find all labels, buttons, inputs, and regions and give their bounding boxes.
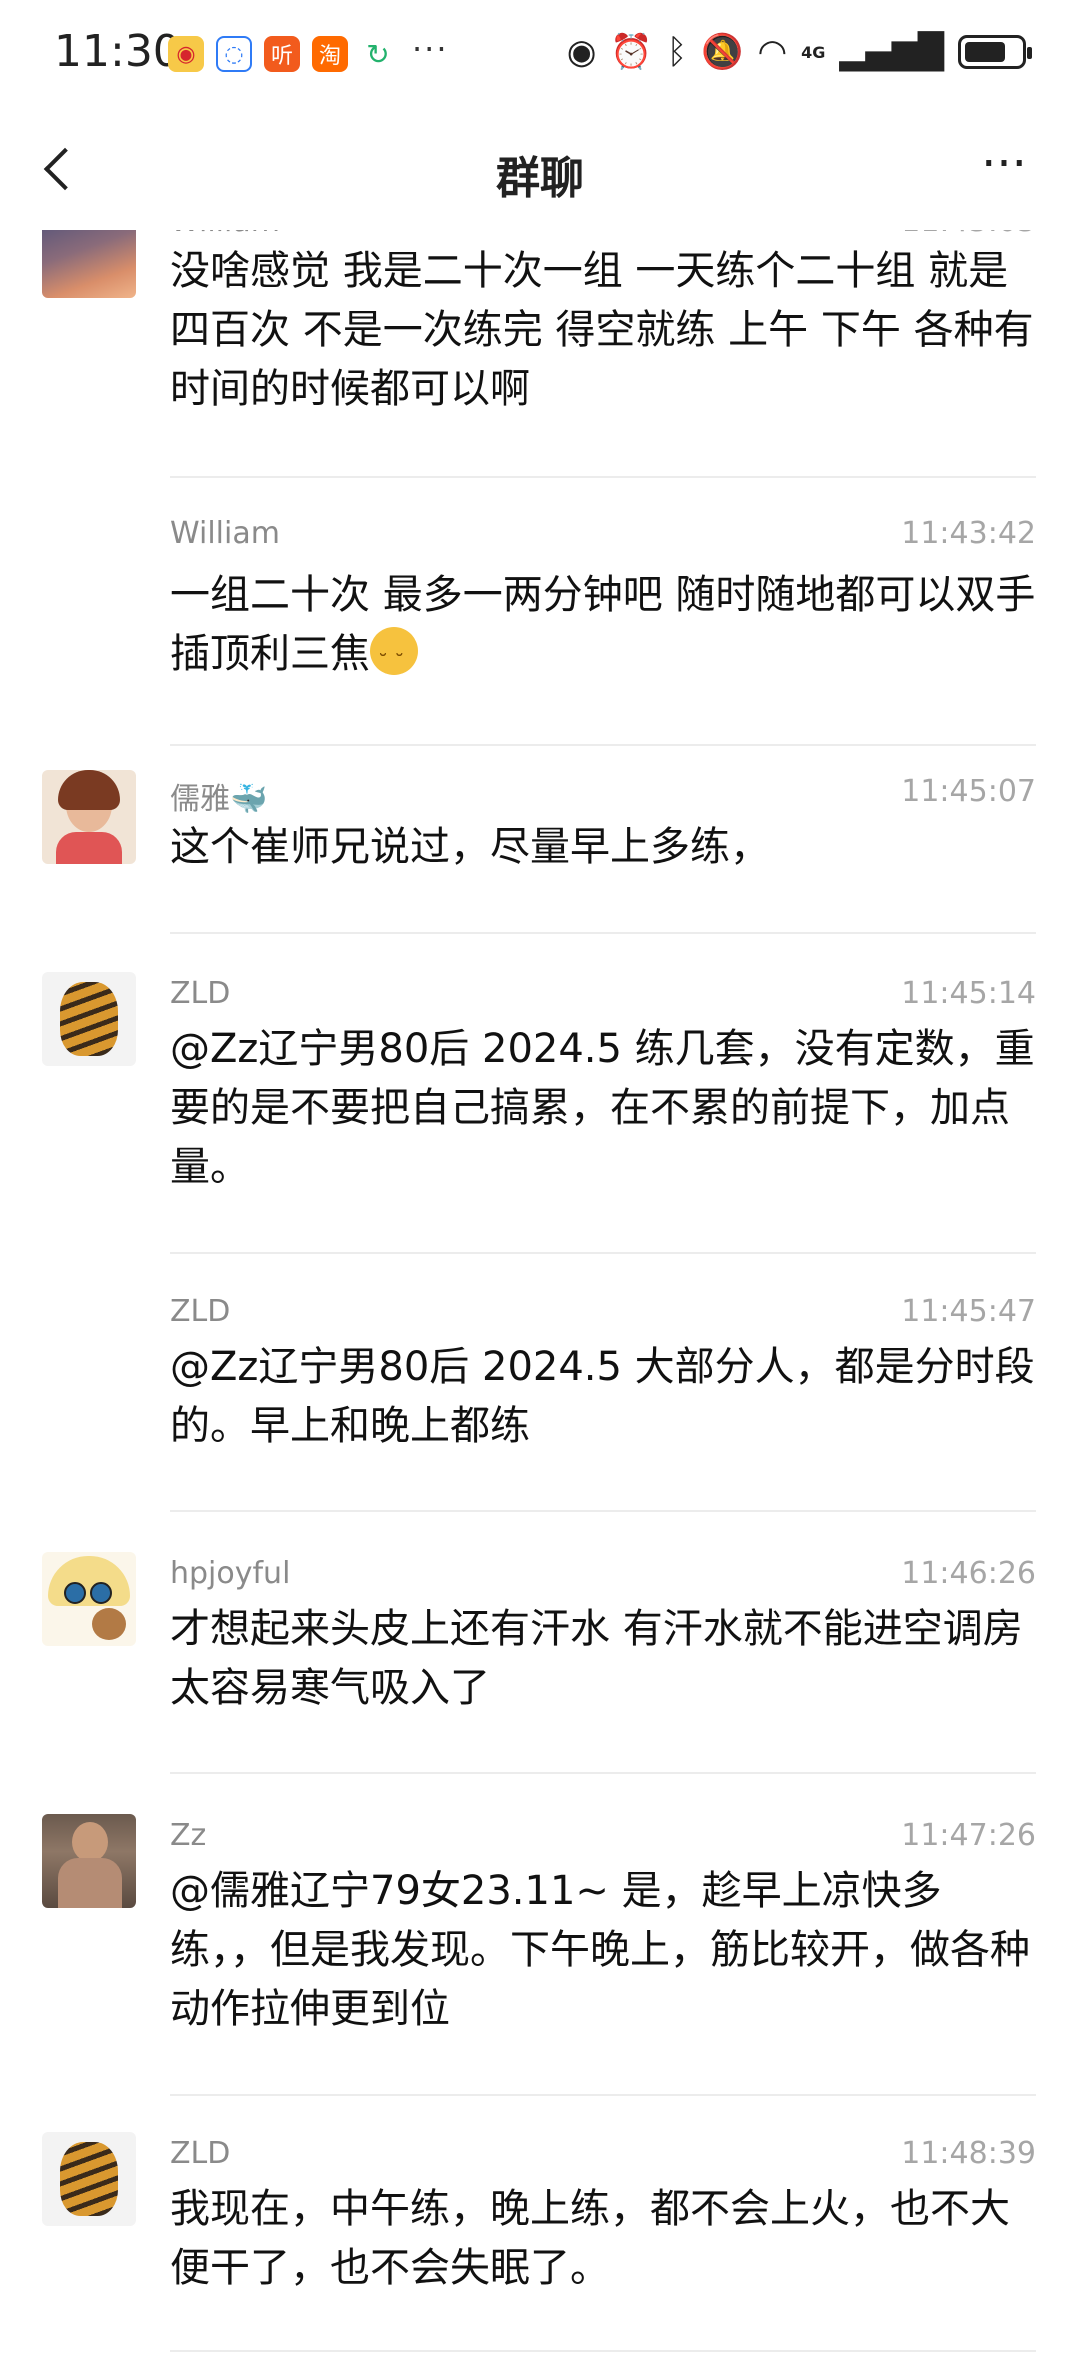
wifi-icon: ◠ bbox=[757, 32, 788, 72]
eye-icon: ◉ bbox=[566, 32, 597, 72]
message-text: @儒雅辽宁79女23.11~ 是，趁早上凉快多练，，但是我发现。下午晚上，筋比较… bbox=[170, 1868, 1030, 2032]
weibo-icon: ◉ bbox=[168, 36, 204, 72]
message-text: 我现在，中午练，晚上练，都不会上火，也不大便干了，也不会失眠了。 bbox=[170, 2186, 1010, 2291]
more-notifications-icon: ··· bbox=[412, 30, 449, 68]
avatar[interactable] bbox=[42, 230, 136, 298]
message-time: 11:43:03 bbox=[901, 230, 1036, 239]
divider bbox=[170, 476, 1036, 478]
avatar[interactable] bbox=[42, 1814, 136, 1908]
message-text: 这个崔师兄说过，尽量早上多练， bbox=[170, 824, 770, 870]
sender-name: 儒雅🐳 bbox=[170, 782, 268, 817]
page-title: 群聊 bbox=[496, 153, 584, 204]
avatar-body bbox=[58, 1858, 122, 1908]
message-time: 11:45:07 bbox=[901, 774, 1036, 809]
avatar[interactable] bbox=[42, 1552, 136, 1646]
message-text: 没啥感觉 我是二十次一组 一天练个二十组 就是四百次 不是一次练完 得空就练 上… bbox=[170, 248, 1034, 412]
cartoon-bear bbox=[92, 1608, 126, 1640]
message-text: 才想起来头皮上还有汗水 有汗水就不能进空调房 太容易寒气吸入了 bbox=[170, 1606, 1023, 1711]
refresh-icon: ↻ bbox=[360, 36, 396, 72]
network-type-label: 4G bbox=[801, 42, 826, 62]
divider bbox=[170, 1772, 1036, 1774]
avatar[interactable] bbox=[42, 2132, 136, 2226]
signal-icon: ▂▄▆█ bbox=[839, 32, 944, 72]
status-indicators: ◉ ⏰ ᛒ 🔕 ◠ 4G ▂▄▆█ bbox=[566, 32, 1032, 72]
sender-name: ZLD bbox=[170, 1294, 231, 1329]
message-text: @Zz辽宁男80后 2024.5 大部分人，都是分时段的。早上和晚上都练 bbox=[170, 1344, 1035, 1449]
status-bar: 11:30 ◉ ◌ 听 淘 ↻ ··· ◉ ⏰ ᛒ 🔕 ◠ 4G ▂▄▆█ bbox=[0, 0, 1080, 105]
divider bbox=[170, 744, 1036, 746]
cartoon-hair bbox=[48, 1556, 130, 1606]
divider bbox=[170, 1252, 1036, 1254]
sender-name: William bbox=[170, 230, 280, 239]
avatar-shirt bbox=[56, 832, 122, 864]
sender-name: Zz bbox=[170, 1818, 207, 1853]
message-text-content: 一组二十次 最多一两分钟吧 随时随地都可以双手插顶利三焦 bbox=[170, 572, 1036, 677]
status-time: 11:30 bbox=[54, 26, 181, 77]
divider bbox=[170, 2094, 1036, 2096]
divider bbox=[170, 2350, 1036, 2352]
whale-emoji-icon: 🐳 bbox=[230, 782, 268, 817]
message-time: 11:47:26 bbox=[901, 1818, 1036, 1853]
bluetooth-icon: ᛒ bbox=[666, 32, 688, 72]
message-text: @Zz辽宁男80后 2024.5 练几套，没有定数，重要的是不要把自己搞累，在不… bbox=[170, 1026, 1035, 1190]
message-time: 11:48:39 bbox=[901, 2136, 1036, 2171]
avatar-hair bbox=[58, 770, 120, 810]
cartoon-eye-right bbox=[90, 1582, 112, 1604]
avatar[interactable] bbox=[42, 972, 136, 1066]
nav-bar: 群聊 ··· bbox=[0, 110, 1080, 230]
avatar-head bbox=[72, 1822, 108, 1862]
avatar[interactable] bbox=[42, 770, 136, 864]
battery-icon bbox=[958, 35, 1032, 69]
ting-app-icon: 听 bbox=[264, 36, 300, 72]
mute-icon: 🔕 bbox=[701, 32, 744, 72]
chat-bubble-icon: ◌ bbox=[216, 36, 252, 72]
message-text: 一组二十次 最多一两分钟吧 随时随地都可以双手插顶利三焦 bbox=[170, 566, 1036, 692]
alarm-icon: ⏰ bbox=[610, 32, 653, 72]
more-options-button[interactable]: ··· bbox=[964, 140, 1044, 200]
taobao-icon: 淘 bbox=[312, 36, 348, 72]
sender-name: ZLD bbox=[170, 976, 231, 1011]
tiger-body bbox=[60, 982, 118, 1056]
sender-name: ZLD bbox=[170, 2136, 231, 2171]
emoji-icon bbox=[370, 627, 418, 692]
divider bbox=[170, 932, 1036, 934]
sender-name: hpjoyful bbox=[170, 1556, 291, 1591]
message-time: 11:45:47 bbox=[901, 1294, 1036, 1329]
tiger-body bbox=[60, 2142, 118, 2216]
message-time: 11:43:42 bbox=[901, 516, 1036, 551]
chat-message-list[interactable]: William 11:43:03 没啥感觉 我是二十次一组 一天练个二十组 就是… bbox=[0, 230, 1080, 2375]
message-time: 11:46:26 bbox=[901, 1556, 1036, 1591]
cartoon-eye-left bbox=[64, 1582, 86, 1604]
message-time: 11:45:14 bbox=[901, 976, 1036, 1011]
divider bbox=[170, 1510, 1036, 1512]
sender-name: William bbox=[170, 516, 280, 551]
